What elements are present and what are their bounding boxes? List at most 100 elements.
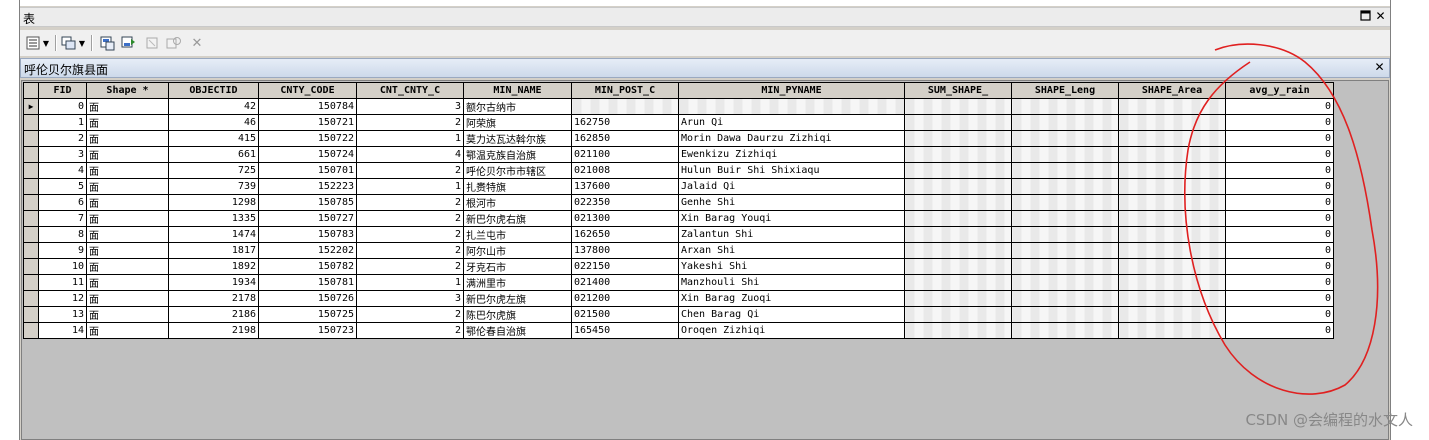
table-cell[interactable]: 2198 <box>168 322 259 339</box>
column-header[interactable]: SHAPE_Area <box>1118 82 1226 99</box>
table-cell[interactable] <box>1118 258 1226 275</box>
table-cell[interactable] <box>1011 98 1119 115</box>
table-cell[interactable] <box>1118 194 1226 211</box>
table-cell[interactable]: Ewenkizu Zizhiqi <box>678 146 905 163</box>
table-cell[interactable]: 0 <box>1225 322 1334 339</box>
row-selector[interactable] <box>23 210 39 227</box>
table-cell[interactable] <box>904 194 1012 211</box>
table-cell[interactable]: 面 <box>86 322 169 339</box>
table-cell[interactable]: 面 <box>86 162 169 179</box>
table-cell[interactable]: 150784 <box>258 98 357 115</box>
table-cell[interactable]: 0 <box>1225 242 1334 259</box>
table-cell[interactable]: 1298 <box>168 194 259 211</box>
table-cell[interactable]: 11 <box>38 274 87 291</box>
table-cell[interactable]: 面 <box>86 194 169 211</box>
table-cell[interactable]: 面 <box>86 290 169 307</box>
table-cell[interactable]: 陈巴尔虎旗 <box>463 306 572 323</box>
table-cell[interactable]: 42 <box>168 98 259 115</box>
table-cell[interactable]: 022350 <box>571 194 679 211</box>
table-cell[interactable]: 415 <box>168 130 259 147</box>
table-cell[interactable]: Xin Barag Zuoqi <box>678 290 905 307</box>
table-cell[interactable] <box>1118 130 1226 147</box>
table-cell[interactable] <box>904 274 1012 291</box>
table-cell[interactable]: 2178 <box>168 290 259 307</box>
row-selector[interactable] <box>23 290 39 307</box>
table-cell[interactable] <box>1011 210 1119 227</box>
table-cell[interactable]: 137600 <box>571 178 679 195</box>
table-cell[interactable]: 莫力达瓦达斡尔族 <box>463 130 572 147</box>
table-cell[interactable] <box>904 162 1012 179</box>
table-row[interactable]: 11 面 1934 150781 1 满洲里市 021400 Manzhouli Shi 0 <box>23 274 1334 291</box>
table-cell[interactable] <box>1118 98 1226 115</box>
table-cell[interactable]: 2 <box>356 226 464 243</box>
table-cell[interactable] <box>904 290 1012 307</box>
table-row[interactable]: 5 面 739 152223 1 扎赉特旗 137600 Jalaid Qi 0 <box>23 178 1334 195</box>
table-cell[interactable]: 3 <box>38 146 87 163</box>
table-cell[interactable]: 额尔古纳市 <box>463 98 572 115</box>
table-cell[interactable]: Morin Dawa Daurzu Zizhiqi <box>678 130 905 147</box>
table-cell[interactable]: 2 <box>38 130 87 147</box>
table-cell[interactable]: 扎兰屯市 <box>463 226 572 243</box>
table-cell[interactable]: 021008 <box>571 162 679 179</box>
table-cell[interactable]: 150727 <box>258 210 357 227</box>
table-cell[interactable]: 2 <box>356 114 464 131</box>
table-cell[interactable] <box>1118 306 1226 323</box>
table-row[interactable]: 1 面 46 150721 2 阿荣旗 162750 Arun Qi 0 <box>23 114 1334 131</box>
table-cell[interactable] <box>904 178 1012 195</box>
table-cell[interactable]: 165450 <box>571 322 679 339</box>
table-cell[interactable]: 0 <box>1225 274 1334 291</box>
table-cell[interactable] <box>1118 274 1226 291</box>
table-row[interactable]: 4 面 725 150701 2 呼伦贝尔市市辖区 021008 Hulun Buir Shi… <box>23 162 1334 179</box>
table-cell[interactable]: 46 <box>168 114 259 131</box>
table-cell[interactable] <box>571 98 679 115</box>
table-row[interactable]: ▶ 0 面 42 150784 3 额尔古纳市 0 <box>23 98 1334 115</box>
table-cell[interactable]: 鄂伦春自治旗 <box>463 322 572 339</box>
table-cell[interactable]: 2186 <box>168 306 259 323</box>
table-cell[interactable]: 面 <box>86 226 169 243</box>
table-cell[interactable]: 150724 <box>258 146 357 163</box>
table-cell[interactable] <box>904 130 1012 147</box>
column-header[interactable]: OBJECTID <box>168 82 259 99</box>
table-cell[interactable]: 8 <box>38 226 87 243</box>
table-cell[interactable]: 新巴尔虎左旗 <box>463 290 572 307</box>
table-cell[interactable]: 152223 <box>258 178 357 195</box>
table-cell[interactable]: 0 <box>1225 258 1334 275</box>
table-cell[interactable]: 0 <box>1225 114 1334 131</box>
row-selector[interactable] <box>23 258 39 275</box>
table-cell[interactable] <box>1011 306 1119 323</box>
table-cell[interactable]: 9 <box>38 242 87 259</box>
table-cell[interactable]: 新巴尔虎右旗 <box>463 210 572 227</box>
table-cell[interactable]: 0 <box>1225 146 1334 163</box>
table-row[interactable]: 8 面 1474 150783 2 扎兰屯市 162650 Zalantun Shi 0 <box>23 226 1334 243</box>
table-cell[interactable]: 739 <box>168 178 259 195</box>
table-cell[interactable] <box>904 210 1012 227</box>
table-cell[interactable]: 面 <box>86 274 169 291</box>
table-cell[interactable]: 2 <box>356 162 464 179</box>
table-row[interactable]: 7 面 1335 150727 2 新巴尔虎右旗 021300 Xin Barag Youqi… <box>23 210 1334 227</box>
delete-selected-icon[interactable]: ✕ <box>190 34 204 52</box>
table-cell[interactable]: 021300 <box>571 210 679 227</box>
zoom-to-selected-icon[interactable] <box>166 34 182 52</box>
table-cell[interactable] <box>1118 226 1226 243</box>
table-cell[interactable] <box>1011 242 1119 259</box>
table-cell[interactable]: 021400 <box>571 274 679 291</box>
row-selector[interactable] <box>23 242 39 259</box>
clear-selection-icon[interactable] <box>145 34 159 52</box>
table-cell[interactable]: Hulun Buir Shi Shixiaqu <box>678 162 905 179</box>
table-cell[interactable]: 022150 <box>571 258 679 275</box>
table-cell[interactable]: 1 <box>356 130 464 147</box>
table-cell[interactable]: 1934 <box>168 274 259 291</box>
table-cell[interactable] <box>1118 178 1226 195</box>
table-cell[interactable] <box>1011 322 1119 339</box>
table-cell[interactable]: 7 <box>38 210 87 227</box>
table-cell[interactable] <box>1011 130 1119 147</box>
table-cell[interactable]: 10 <box>38 258 87 275</box>
row-selector[interactable] <box>23 226 39 243</box>
table-cell[interactable] <box>1118 242 1226 259</box>
table-row[interactable]: 3 面 661 150724 4 鄂温克族自治旗 021100 Ewenkizu Zizhiq… <box>23 146 1334 163</box>
table-cell[interactable]: 3 <box>356 98 464 115</box>
table-cell[interactable]: 725 <box>168 162 259 179</box>
table-cell[interactable] <box>1011 290 1119 307</box>
table-cell[interactable] <box>678 98 905 115</box>
column-header[interactable]: Shape * <box>86 82 169 99</box>
